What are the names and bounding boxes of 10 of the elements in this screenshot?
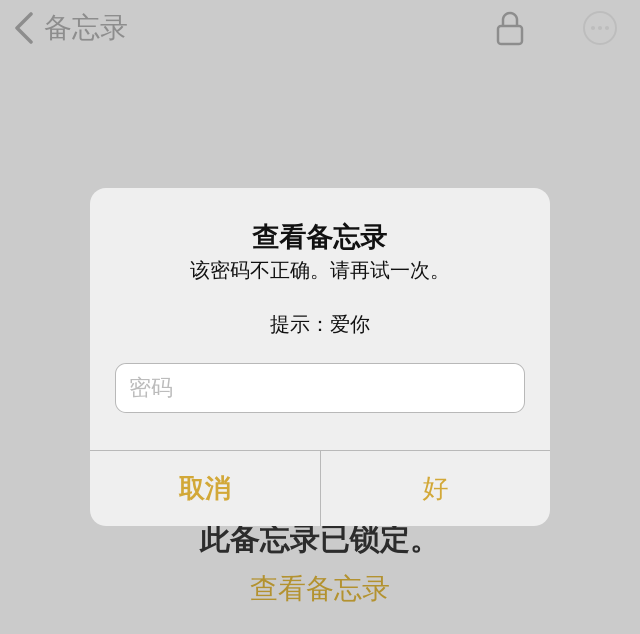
cancel-button[interactable]: 取消 [90,451,320,526]
alert-message: 该密码不正确。请再试一次。 [190,257,450,284]
ok-button[interactable]: 好 [320,451,550,526]
back-button[interactable]: 备忘录 [14,9,128,47]
password-hint: 提示：爱你 [270,311,370,338]
password-field[interactable]: 密码 [115,363,525,413]
alert-title: 查看备忘录 [252,221,388,255]
back-chevron-icon [14,12,34,44]
lock-icon[interactable] [496,10,524,46]
view-note-link[interactable]: 查看备忘录 [250,570,390,608]
